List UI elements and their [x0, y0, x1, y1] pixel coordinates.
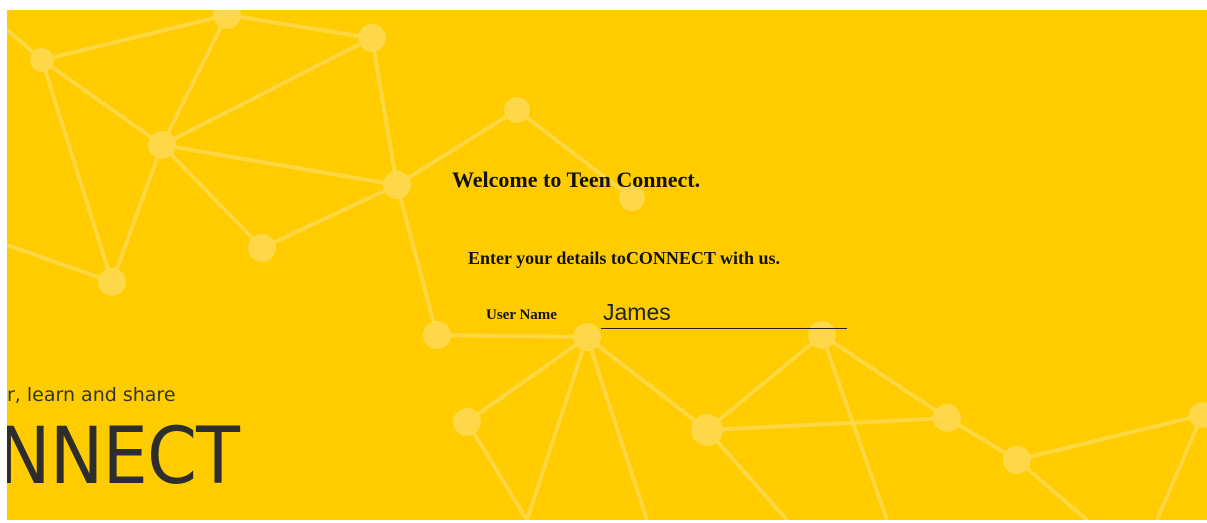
welcome-heading: Welcome to Teen Connect. — [452, 167, 701, 192]
login-page: Welcome to Teen Connect. Enter your deta… — [7, 10, 1207, 520]
brand-tagline: r, learn and share — [7, 384, 176, 406]
username-input[interactable] — [601, 296, 847, 329]
brand-logo-text: NNECT — [7, 412, 240, 502]
instructions-text: Enter your details toCONNECT with us. — [468, 248, 781, 268]
username-label: User Name — [486, 307, 557, 323]
